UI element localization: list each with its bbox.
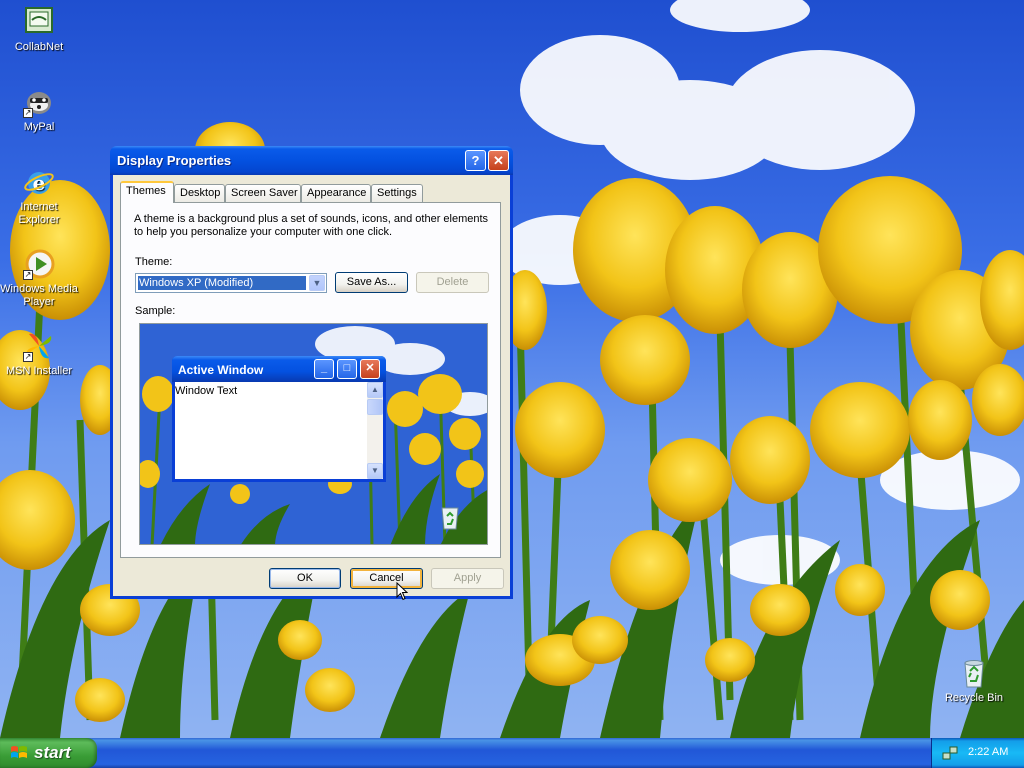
recycle-bin-icon bbox=[958, 657, 990, 689]
themes-panel: A theme is a background plus a set of so… bbox=[120, 202, 501, 558]
windows-media-player-icon: ↗ bbox=[23, 248, 55, 280]
apply-button[interactable]: Apply bbox=[431, 568, 504, 589]
system-tray: 2:22 AM bbox=[931, 738, 1024, 768]
window-titlebar[interactable]: Display Properties ? ✕ bbox=[110, 146, 513, 175]
start-label: start bbox=[34, 743, 71, 762]
theme-select-value: Windows XP (Modified) bbox=[138, 276, 306, 290]
sample-scrollbar: ▲ ▼ bbox=[367, 382, 383, 479]
msn-installer-icon: ↗ bbox=[23, 330, 55, 362]
desktop-icon-label: MSN Installer bbox=[5, 365, 73, 377]
desktop-icon-label: CollabNet bbox=[14, 41, 64, 53]
save-as-button[interactable]: Save As... bbox=[335, 272, 408, 293]
sample-window-title: Active Window bbox=[178, 363, 264, 377]
sample-window-text: Window Text bbox=[175, 385, 238, 397]
help-button[interactable]: ? bbox=[465, 150, 486, 171]
sample-label: Sample: bbox=[135, 305, 176, 317]
desktop-icon-windows-media-player[interactable]: ↗ Windows Media Player bbox=[0, 248, 78, 309]
theme-sample-preview: Active Window _ □ ✕ Window Text ▲ ▼ bbox=[139, 323, 488, 545]
cancel-button[interactable]: Cancel bbox=[350, 568, 423, 589]
sample-active-window: Active Window _ □ ✕ Window Text ▲ ▼ bbox=[172, 356, 386, 482]
desktop-icon-recycle-bin[interactable]: Recycle Bin bbox=[935, 657, 1013, 705]
chevron-down-icon[interactable]: ▼ bbox=[309, 275, 325, 291]
tab-appearance[interactable]: Appearance bbox=[301, 184, 371, 202]
desktop-icon-internet-explorer[interactable]: e Internet Explorer bbox=[0, 166, 78, 227]
clock[interactable]: 2:22 AM bbox=[968, 746, 1008, 758]
window-title: Display Properties bbox=[117, 153, 232, 168]
recycle-bin-icon bbox=[438, 504, 462, 530]
tab-themes[interactable]: Themes bbox=[120, 181, 174, 203]
desktop-icon-label: Windows Media Player bbox=[0, 283, 78, 308]
scroll-thumb bbox=[367, 399, 383, 415]
ok-button[interactable]: OK bbox=[269, 568, 341, 589]
sample-window-body: Window Text ▲ ▼ bbox=[175, 382, 383, 479]
display-properties-window: Display Properties ? ✕ Themes Desktop Sc… bbox=[110, 146, 513, 599]
sample-window-titlebar: Active Window _ □ ✕ bbox=[172, 356, 386, 382]
tab-desktop[interactable]: Desktop bbox=[174, 184, 225, 202]
tab-settings[interactable]: Settings bbox=[371, 184, 423, 202]
desktop-icon-label: Internet Explorer bbox=[18, 201, 60, 226]
tab-screen-saver[interactable]: Screen Saver bbox=[225, 184, 301, 202]
desktop-icon-collabnet[interactable]: CollabNet bbox=[0, 6, 78, 54]
theme-select[interactable]: Windows XP (Modified) ▼ bbox=[135, 273, 327, 293]
desktop-icon-mypal[interactable]: ↗ MyPal bbox=[0, 86, 78, 134]
close-icon: ✕ bbox=[360, 359, 380, 379]
window-client-area: Themes Desktop Screen Saver Appearance S… bbox=[113, 175, 510, 596]
taskbar: start 2:22 AM bbox=[0, 738, 1024, 768]
network-icon[interactable] bbox=[942, 745, 958, 761]
collabnet-icon bbox=[23, 6, 55, 38]
scroll-down-icon: ▼ bbox=[367, 463, 383, 479]
desktop-icon-label: Recycle Bin bbox=[944, 692, 1004, 704]
desktop-icon-msn-installer[interactable]: ↗ MSN Installer bbox=[0, 330, 78, 378]
delete-button[interactable]: Delete bbox=[416, 272, 489, 293]
windows-flag-icon bbox=[11, 746, 27, 758]
close-button[interactable]: ✕ bbox=[488, 150, 509, 171]
theme-label: Theme: bbox=[135, 256, 173, 268]
mypal-icon: ↗ bbox=[23, 86, 55, 118]
desktop-icon-label: MyPal bbox=[23, 121, 55, 133]
maximize-icon: □ bbox=[337, 359, 357, 379]
themes-description: A theme is a background plus a set of so… bbox=[134, 213, 489, 238]
scroll-up-icon: ▲ bbox=[367, 382, 383, 398]
mouse-pointer-icon bbox=[396, 582, 408, 601]
start-button[interactable]: start bbox=[0, 738, 97, 768]
minimize-icon: _ bbox=[314, 359, 334, 379]
internet-explorer-icon: e bbox=[23, 166, 55, 198]
